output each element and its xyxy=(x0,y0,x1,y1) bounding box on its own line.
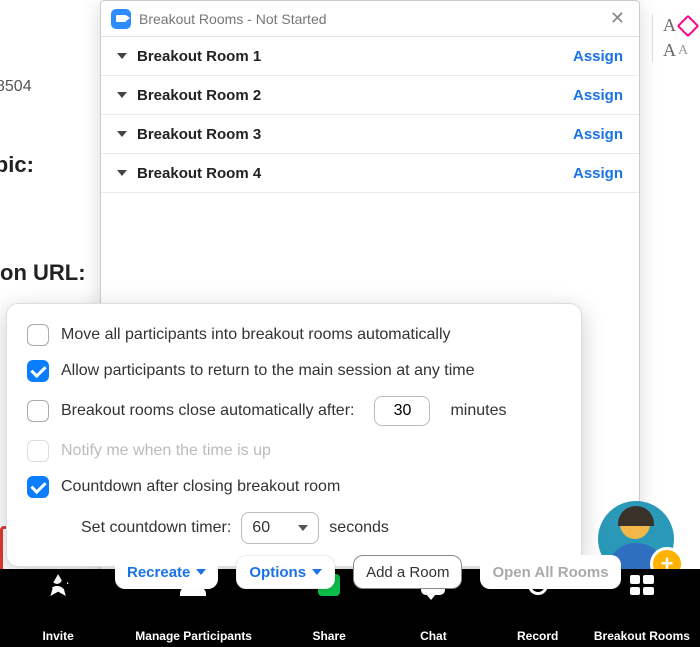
dialog-titlebar: Breakout Rooms - Not Started ✕ xyxy=(101,1,639,37)
toolbar-label: Breakout Rooms xyxy=(594,629,690,643)
toolbar-share[interactable]: Share xyxy=(277,629,381,643)
toolbar-label: Chat xyxy=(420,629,447,643)
chevron-down-icon xyxy=(117,170,127,176)
zoom-icon xyxy=(111,9,131,29)
assign-link[interactable]: Assign xyxy=(573,126,623,143)
countdown-timer-select[interactable]: 60 xyxy=(241,512,319,544)
set-timer-label: Set countdown timer: xyxy=(81,519,231,537)
dialog-footer: Recreate Options Add a Room Open All Roo… xyxy=(101,545,639,599)
bg-text-8504: 8504 xyxy=(0,78,32,96)
assign-link[interactable]: Assign xyxy=(573,48,623,65)
chevron-down-icon xyxy=(196,569,206,575)
toolbar-breakout[interactable]: Breakout Rooms xyxy=(590,629,694,643)
option-suffix: minutes xyxy=(450,402,506,420)
rooms-list: Breakout Room 1 Assign Breakout Room 2 A… xyxy=(101,37,639,193)
bg-text-topic: g Topic: xyxy=(0,152,34,178)
open-all-rooms-button[interactable]: Open All Rooms xyxy=(480,555,620,589)
toolbar-record[interactable]: Record xyxy=(486,629,590,643)
room-row[interactable]: Breakout Room 2 Assign xyxy=(101,76,639,115)
options-popover: Move all participants into breakout room… xyxy=(6,303,582,567)
chevron-down-icon xyxy=(298,525,308,531)
option-countdown[interactable]: Countdown after closing breakout room xyxy=(27,476,563,498)
option-notify: Notify me when the time is up xyxy=(27,440,563,462)
recreate-button[interactable]: Recreate xyxy=(115,555,218,589)
checkbox-disabled xyxy=(27,440,49,462)
options-button[interactable]: Options xyxy=(236,555,335,589)
toolbar-participants[interactable]: Manage Participants xyxy=(110,629,277,643)
room-name: Breakout Room 2 xyxy=(137,87,563,104)
add-room-button[interactable]: Add a Room xyxy=(353,555,462,589)
assign-link[interactable]: Assign xyxy=(573,87,623,104)
toolbar-label: Record xyxy=(517,629,558,643)
open-all-rooms-label: Open All Rooms xyxy=(492,564,608,581)
toolbar-label: Share xyxy=(312,629,345,643)
toolbar-label: Manage Participants xyxy=(135,629,252,643)
bg-text-url: on URL: xyxy=(0,260,86,286)
option-allow-return[interactable]: Allow participants to return to the main… xyxy=(27,360,563,382)
chevron-down-icon xyxy=(312,569,322,575)
option-label: Notify me when the time is up xyxy=(61,442,271,460)
option-label: Allow participants to return to the main… xyxy=(61,362,475,380)
option-label: Countdown after closing breakout room xyxy=(61,478,340,496)
option-move-auto[interactable]: Move all participants into breakout room… xyxy=(27,324,563,346)
room-row[interactable]: Breakout Room 3 Assign xyxy=(101,115,639,154)
set-timer-suffix: seconds xyxy=(329,519,389,537)
chevron-down-icon xyxy=(117,53,127,59)
toolbar-chat[interactable]: Chat xyxy=(381,629,485,643)
chevron-down-icon xyxy=(117,131,127,137)
meeting-toolbar: Invite Manage Participants Share Chat Re… xyxy=(0,601,700,647)
recreate-label: Recreate xyxy=(127,564,190,581)
dialog-title: Breakout Rooms - Not Started xyxy=(139,11,598,27)
option-close-after[interactable]: Breakout rooms close automatically after… xyxy=(27,396,563,426)
checkbox-unchecked[interactable] xyxy=(27,400,49,422)
close-icon[interactable]: ✕ xyxy=(606,8,629,29)
invite-icon-wrap[interactable]: + xyxy=(6,574,110,596)
bg-ribbon: A A A xyxy=(646,14,696,62)
room-name: Breakout Room 1 xyxy=(137,48,563,65)
add-room-label: Add a Room xyxy=(366,564,449,581)
room-name: Breakout Room 3 xyxy=(137,126,563,143)
font-size-large-icon: A xyxy=(663,40,676,61)
assign-link[interactable]: Assign xyxy=(573,165,623,182)
checkbox-unchecked[interactable] xyxy=(27,324,49,346)
countdown-timer-row: Set countdown timer: 60 seconds xyxy=(81,512,563,544)
countdown-timer-value: 60 xyxy=(252,519,270,537)
room-row[interactable]: Breakout Room 4 Assign xyxy=(101,154,639,193)
invite-icon: + xyxy=(47,574,69,596)
checkbox-checked[interactable] xyxy=(27,360,49,382)
font-size-small-icon: A xyxy=(678,43,688,59)
room-name: Breakout Room 4 xyxy=(137,165,563,182)
chevron-down-icon xyxy=(117,92,127,98)
room-row[interactable]: Breakout Room 1 Assign xyxy=(101,37,639,76)
options-label: Options xyxy=(249,564,306,581)
toolbar-invite[interactable]: Invite xyxy=(6,629,110,643)
option-label: Move all participants into breakout room… xyxy=(61,326,451,344)
clear-format-icon: A xyxy=(663,15,676,36)
option-label: Breakout rooms close automatically after… xyxy=(61,402,354,420)
clear-format-diamond-icon xyxy=(677,14,700,37)
close-after-minutes-input[interactable] xyxy=(374,396,430,426)
checkbox-checked[interactable] xyxy=(27,476,49,498)
toolbar-label: Invite xyxy=(42,629,73,643)
